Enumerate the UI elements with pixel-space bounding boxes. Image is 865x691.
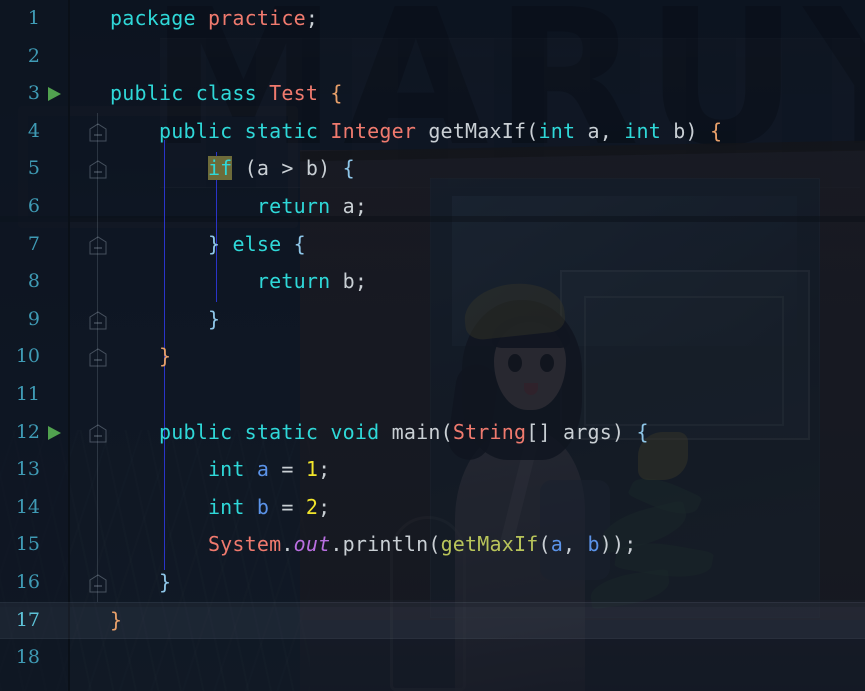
code-line[interactable]: 12 public static void main(String[] args… (0, 413, 865, 452)
code-line[interactable]: 17} (0, 601, 865, 640)
code-fold-collapse-icon[interactable] (89, 311, 107, 330)
line-number[interactable]: 8 (0, 263, 40, 301)
line-number[interactable]: 4 (0, 113, 40, 151)
code-line[interactable]: 2 (0, 38, 865, 76)
code-line[interactable]: 7 } else { (0, 225, 865, 264)
code-text[interactable]: package practice; (110, 0, 318, 38)
line-number[interactable]: 14 (0, 489, 40, 527)
fold-spine (97, 263, 98, 301)
code-text[interactable]: public static void main(String[] args) { (110, 414, 649, 452)
line-number[interactable]: 13 (0, 451, 40, 489)
code-line[interactable]: 14 int b = 2; (0, 488, 865, 527)
selected-token[interactable]: if (207, 156, 233, 181)
code-text[interactable]: } (110, 338, 171, 376)
code-line[interactable]: 18 (0, 639, 865, 677)
code-line[interactable]: 6 return a; (0, 188, 865, 226)
line-number[interactable]: 6 (0, 188, 40, 226)
run-gutter-icon[interactable] (48, 87, 61, 102)
code-line[interactable]: 3 public class Test { (0, 75, 865, 113)
code-text[interactable]: return a; (110, 188, 367, 226)
line-number[interactable]: 10 (0, 338, 40, 376)
code-text[interactable]: System.out.println(getMaxIf(a, b)); (110, 526, 637, 564)
code-text[interactable]: public static Integer getMaxIf(int a, in… (110, 113, 722, 151)
code-editor[interactable]: MARUYU (0, 0, 865, 691)
code-fold-collapse-icon[interactable] (89, 123, 107, 142)
line-number[interactable]: 2 (0, 38, 40, 76)
code-lines[interactable]: 1 package practice; 2 3 public class Test {4… (0, 0, 865, 691)
code-fold-collapse-icon[interactable] (89, 574, 107, 593)
code-line[interactable]: 9 } (0, 300, 865, 339)
code-text[interactable]: } (110, 301, 220, 339)
line-number[interactable]: 16 (0, 564, 40, 602)
line-number[interactable]: 15 (0, 526, 40, 564)
fold-spine (97, 188, 98, 226)
line-number[interactable]: 9 (0, 301, 40, 339)
code-fold-collapse-icon[interactable] (89, 424, 107, 443)
fold-spine (97, 526, 98, 564)
code-line[interactable]: 11 (0, 376, 865, 414)
code-text[interactable]: } (110, 602, 122, 640)
code-line[interactable]: 15 System.out.println(getMaxIf(a, b)); (0, 526, 865, 564)
fold-spine (97, 488, 98, 527)
line-number[interactable]: 1 (0, 0, 40, 38)
line-number[interactable]: 5 (0, 150, 40, 188)
current-line-highlight (0, 601, 865, 640)
code-text[interactable]: if (a > b) { (110, 150, 355, 188)
line-number[interactable]: 18 (0, 639, 40, 677)
fold-spine (97, 451, 98, 489)
code-text[interactable]: int a = 1; (110, 451, 330, 489)
line-number[interactable]: 17 (0, 602, 40, 640)
line-number[interactable]: 3 (0, 75, 40, 113)
line-number[interactable]: 7 (0, 226, 40, 264)
code-text[interactable]: } (110, 564, 171, 602)
code-fold-collapse-icon[interactable] (89, 348, 107, 367)
code-fold-collapse-icon[interactable] (89, 160, 107, 179)
code-text[interactable]: } else { (110, 226, 306, 264)
run-gutter-icon[interactable] (48, 425, 61, 440)
code-line[interactable]: 5 if (a > b) { (0, 150, 865, 188)
code-text[interactable]: public class Test { (110, 75, 343, 113)
code-line[interactable]: 8 return b; (0, 263, 865, 301)
line-number[interactable]: 12 (0, 414, 40, 452)
code-line[interactable]: 10 } (0, 338, 865, 376)
code-line[interactable]: 16 } (0, 564, 865, 602)
code-text[interactable]: int b = 2; (110, 489, 330, 527)
code-text[interactable]: return b; (110, 263, 367, 301)
code-line[interactable]: 4 public static Integer getMaxIf(int a, … (0, 112, 865, 151)
code-line[interactable]: 1 package practice; (0, 0, 865, 38)
code-fold-collapse-icon[interactable] (89, 236, 107, 255)
line-number[interactable]: 11 (0, 376, 40, 414)
fold-spine (97, 376, 98, 414)
code-line[interactable]: 13 int a = 1; (0, 451, 865, 489)
